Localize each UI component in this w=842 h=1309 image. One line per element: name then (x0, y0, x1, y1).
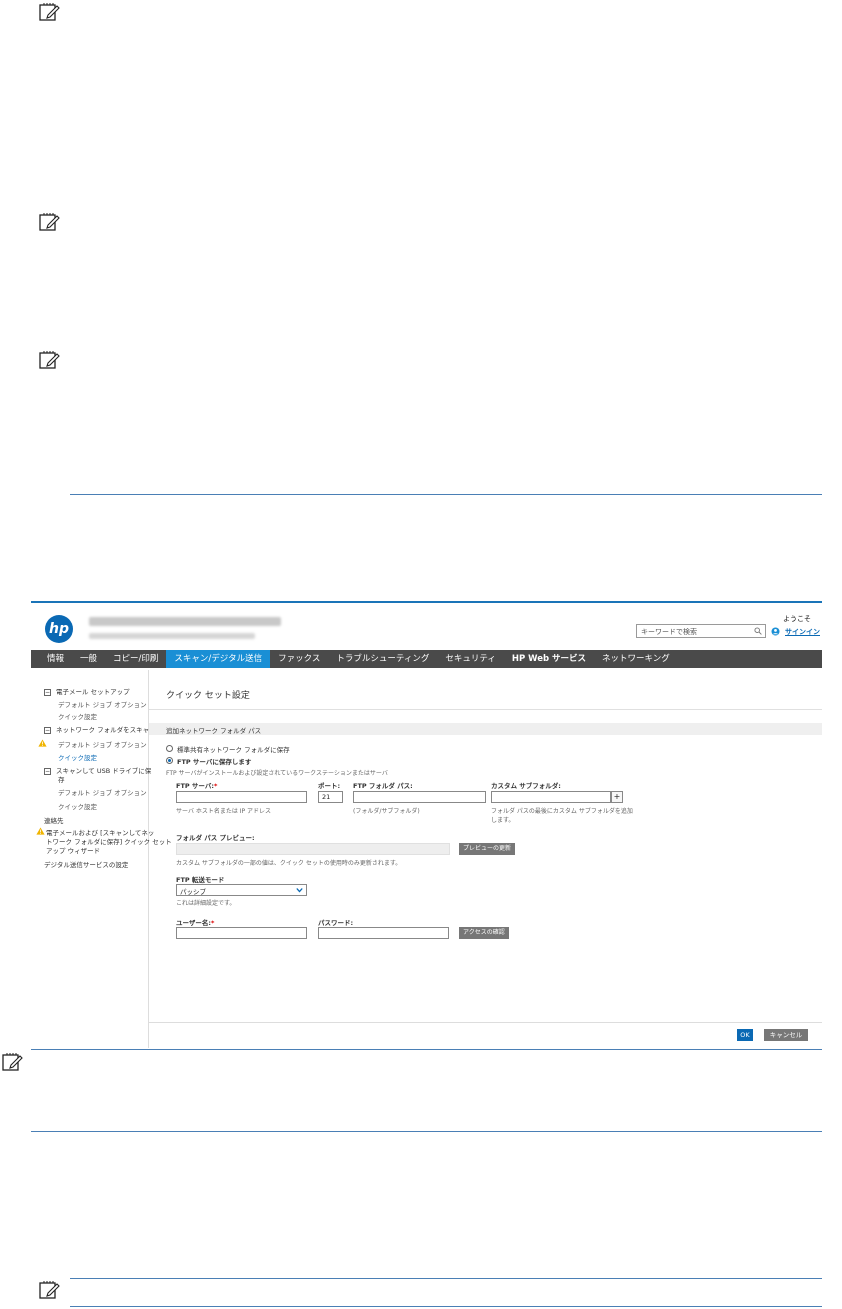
sidebar-item-quick-sets[interactable]: クイック設定 (58, 801, 97, 811)
tab-general[interactable]: 一般 (72, 650, 105, 668)
sidebar-item-quick-sets-active[interactable]: クイック設定 (58, 752, 97, 762)
search-placeholder: キーワードで検索 (641, 628, 697, 636)
divider (70, 1306, 822, 1307)
warning-icon (38, 739, 47, 747)
sign-in-link[interactable]: サインイン (785, 627, 820, 637)
sidebar: − 電子メール セットアップ デフォルト ジョブ オプション クイック設定 − ネッ… (31, 670, 172, 1048)
tab-security[interactable]: セキュリティ (437, 650, 504, 668)
transfer-mode-label: FTP 転送モード (176, 876, 225, 884)
verify-access-button[interactable]: アクセスの確認 (459, 927, 509, 939)
printer-name-blurred (89, 617, 281, 626)
warning-icon (36, 827, 45, 835)
username-label: ユーザー名:* (176, 919, 215, 927)
sidebar-item-quick-set-wizard-cont[interactable]: アップ ウィザード (46, 845, 100, 855)
radio-ftp[interactable] (166, 757, 173, 764)
divider (70, 494, 822, 495)
add-subfolder-button[interactable]: + (611, 791, 623, 803)
radio-standard-share[interactable] (166, 745, 173, 752)
username-input[interactable] (176, 927, 307, 939)
note-icon (39, 213, 60, 231)
ftp-server-label: FTP サーバ:* (176, 782, 218, 790)
tab-copy-print[interactable]: コピー/印刷 (105, 650, 166, 668)
sidebar-item-contacts[interactable]: 連絡先 (44, 815, 64, 825)
transfer-mode-select[interactable]: パッシブ (176, 884, 307, 896)
section-title: 追加ネットワーク フォルダ パス (166, 727, 262, 735)
sidebar-item-default-job-options[interactable]: デフォルト ジョブ オプション (58, 699, 147, 709)
sidebar-item-default-job-options[interactable]: デフォルト ジョブ オプション (58, 739, 147, 749)
custom-subfolder-label: カスタム サブフォルダ: (491, 782, 561, 790)
transfer-mode-note: これは詳細設定です。 (176, 900, 236, 907)
sidebar-item-digital-sending[interactable]: デジタル送信サービスの設定 (44, 859, 128, 869)
welcome-text: ようこそ (783, 615, 811, 623)
collapse-icon[interactable]: − (44, 688, 51, 696)
preview-label: フォルダ パス プレビュー: (176, 834, 255, 842)
page-title: クイック セット設定 (166, 691, 250, 701)
sidebar-item-quick-sets[interactable]: クイック設定 (58, 711, 97, 721)
hp-logo: hp (45, 615, 73, 643)
preview-note: カスタム サブフォルダの一部の値は、クイック セットの使用時のみ更新されます。 (176, 860, 402, 867)
tab-fax[interactable]: ファックス (270, 650, 328, 668)
note-icon (39, 351, 60, 369)
sidebar-item-default-job-options[interactable]: デフォルト ジョブ オプション (58, 787, 147, 797)
custom-subfolder-hint: フォルダ パスの最後にカスタム サブフォルダを追加 (491, 808, 633, 815)
tab-troubleshooting[interactable]: トラブルシューティング (328, 650, 437, 668)
radio-ftp-label: FTP サーバに保存します (177, 758, 252, 766)
cancel-button[interactable]: キャンセル (764, 1029, 808, 1041)
tab-scan-digital-send[interactable]: スキャン/デジタル送信 (166, 650, 271, 668)
note-icon (39, 3, 60, 21)
collapse-icon[interactable]: − (44, 726, 51, 734)
ftp-folder-hint: (フォルダ/サブフォルダ) (353, 808, 420, 815)
tab-networking[interactable]: ネットワーキング (594, 650, 678, 668)
sidebar-item-scan-to-usb-cont[interactable]: 存 (58, 774, 65, 784)
ews-screenshot: hp キーワードで検索 ようこそ サインイン 情報 一般 コピー/印刷 スキャン… (31, 601, 822, 1048)
sidebar-item-email-setup[interactable]: − 電子メール セットアップ (44, 686, 130, 696)
ok-button[interactable]: OK (737, 1029, 753, 1041)
printer-address-blurred (89, 633, 255, 639)
divider (31, 1131, 822, 1132)
transfer-mode-value: パッシブ (180, 888, 206, 896)
note-icon (2, 1053, 23, 1071)
divider (149, 1022, 822, 1023)
password-input[interactable] (318, 927, 449, 939)
note-icon (39, 1281, 60, 1299)
port-label: ポート: (318, 782, 341, 790)
collapse-icon[interactable]: − (44, 767, 51, 775)
ftp-server-input[interactable] (176, 791, 307, 803)
sidebar-item-scan-to-network-folder[interactable]: − ネットワーク フォルダをスキャン (44, 724, 156, 734)
search-input[interactable]: キーワードで検索 (636, 624, 766, 638)
ftp-description: FTP サーバがインストールおよび設定されているワークステーションまたはサーバ (166, 770, 388, 777)
tab-info[interactable]: 情報 (39, 650, 72, 668)
search-icon[interactable] (754, 627, 762, 635)
tab-hp-web-services[interactable]: HP Web サービス (504, 650, 594, 668)
radio-standard-share-label: 標準共有ネットワーク フォルダに保存 (177, 746, 290, 754)
ftp-folder-label: FTP フォルダ パス: (353, 782, 413, 790)
port-input[interactable]: 21 (318, 791, 343, 803)
main-nav: 情報 一般 コピー/印刷 スキャン/デジタル送信 ファックス トラブルシューティ… (31, 650, 822, 668)
custom-subfolder-input[interactable] (491, 791, 611, 803)
divider (149, 709, 822, 710)
user-icon (771, 627, 780, 636)
chevron-down-icon (296, 888, 303, 893)
divider (70, 1278, 822, 1279)
custom-subfolder-hint-cont: します。 (491, 817, 515, 824)
preview-field (176, 843, 450, 855)
ftp-server-hint: サーバ ホスト名または IP アドレス (176, 808, 272, 815)
update-preview-button[interactable]: プレビューの更新 (459, 843, 516, 855)
divider (31, 1049, 822, 1050)
password-label: パスワード: (318, 919, 354, 927)
ftp-folder-input[interactable] (353, 791, 486, 803)
